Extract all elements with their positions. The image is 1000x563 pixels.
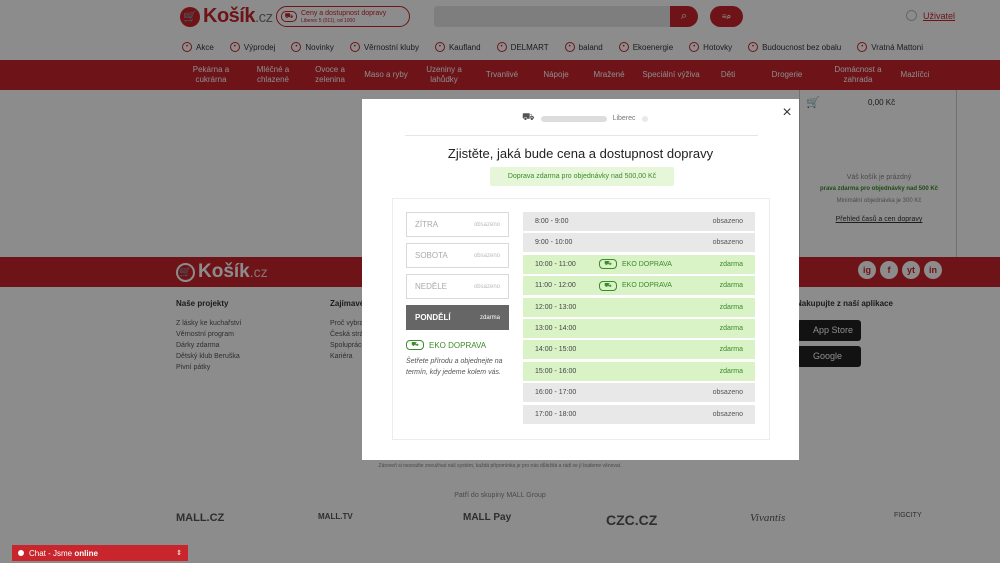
eko-delivery-label: ⛟ EKO DOPRAVA: [406, 340, 486, 350]
address-redacted: [540, 115, 607, 122]
slot-status: zdarma: [719, 367, 743, 375]
slot-time: 8:00 - 9:00: [535, 218, 569, 225]
time-slot[interactable]: 16:00 - 17:00 obsazeno: [523, 383, 755, 403]
edit-icon: [641, 115, 648, 122]
expand-icon[interactable]: ⇕: [176, 549, 182, 557]
slot-status: zdarma: [719, 303, 743, 311]
slot-status: zdarma: [719, 282, 743, 290]
slot-status: zdarma: [719, 346, 743, 354]
eco-truck-icon: ⛟: [599, 280, 617, 291]
time-slot[interactable]: 14:00 - 15:00 zdarma: [523, 340, 755, 360]
slot-status: obsazeno: [712, 389, 743, 397]
slot-time: 13:00 - 14:00: [535, 325, 577, 332]
time-slot[interactable]: 8:00 - 9:00 obsazeno: [523, 212, 755, 231]
slot-status: obsazeno: [712, 239, 743, 247]
free-shipping-badge: Doprava zdarma pro objednávky nad 500,00…: [490, 167, 674, 186]
slot-status: obsazeno: [712, 410, 743, 418]
day-button[interactable]: ZÍTRA obsazeno: [406, 212, 509, 237]
close-icon[interactable]: ×: [780, 105, 794, 121]
slot-eko-label: EKO DOPRAVA: [622, 260, 672, 268]
delivery-address[interactable]: ⛟ Liberec: [522, 112, 648, 125]
day-button[interactable]: PONDĚLÍ zdarma: [406, 305, 509, 330]
slot-time: 16:00 - 17:00: [535, 389, 577, 397]
time-slot[interactable]: 10:00 - 11:00 ⛟ EKO DOPRAVA zdarma: [523, 254, 755, 274]
slot-status: obsazeno: [712, 218, 743, 225]
eco-truck-icon: ⛟: [599, 259, 617, 270]
modal-title: Zjistěte, jaká bude cena a dostupnost do…: [447, 146, 714, 161]
day-name: ZÍTRA: [415, 220, 439, 229]
time-slot[interactable]: 15:00 - 16:00 zdarma: [523, 361, 755, 381]
divider: [405, 135, 758, 136]
day-status: obsazeno: [473, 252, 500, 259]
slot-time: 14:00 - 15:00: [535, 346, 577, 354]
slot-time: 9:00 - 10:00: [535, 239, 573, 247]
day-status: obsazeno: [473, 221, 500, 228]
time-slot[interactable]: 11:00 - 12:00 ⛟ EKO DOPRAVA zdarma: [523, 276, 755, 296]
online-status-icon: [18, 550, 24, 556]
slot-status: zdarma: [719, 260, 743, 268]
slot-time: 11:00 - 12:00: [535, 282, 576, 290]
time-slot[interactable]: 17:00 - 18:00 obsazeno: [523, 404, 755, 424]
truck-icon: ⛟: [522, 112, 535, 123]
slot-eko-label: EKO DOPRAVA: [622, 282, 672, 290]
slot-status: zdarma: [719, 325, 743, 332]
time-slot[interactable]: 9:00 - 10:00 obsazeno: [523, 233, 755, 253]
slot-time: 17:00 - 18:00: [535, 410, 577, 418]
slot-time: 12:00 - 13:00: [535, 303, 577, 311]
day-button[interactable]: NEDĚLE obsazeno: [406, 274, 509, 299]
slot-eko-badge: ⛟ EKO DOPRAVA: [599, 280, 672, 291]
slot-time: 10:00 - 11:00: [535, 260, 576, 268]
day-name: SOBOTA: [415, 251, 448, 260]
slot-eko-badge: ⛟ EKO DOPRAVA: [599, 259, 672, 270]
day-status: zdarma: [479, 314, 500, 321]
chat-label: Chat - Jsme online: [29, 548, 98, 558]
slot-time: 15:00 - 16:00: [535, 367, 577, 375]
day-button[interactable]: SOBOTA obsazeno: [406, 243, 509, 268]
chat-widget[interactable]: Chat - Jsme online ⇕: [12, 545, 188, 561]
day-name: PONDĚLÍ: [415, 313, 451, 322]
eko-delivery-text: Šetřete přírodu a objednejte na termín, …: [406, 358, 503, 376]
time-slot[interactable]: 12:00 - 13:00 zdarma: [523, 297, 755, 317]
eco-truck-icon: ⛟: [406, 340, 424, 350]
time-slot[interactable]: 13:00 - 14:00 zdarma: [523, 319, 755, 338]
address-city: Liberec: [612, 115, 636, 122]
day-name: NEDĚLE: [415, 282, 448, 291]
day-status: obsazeno: [473, 283, 500, 290]
